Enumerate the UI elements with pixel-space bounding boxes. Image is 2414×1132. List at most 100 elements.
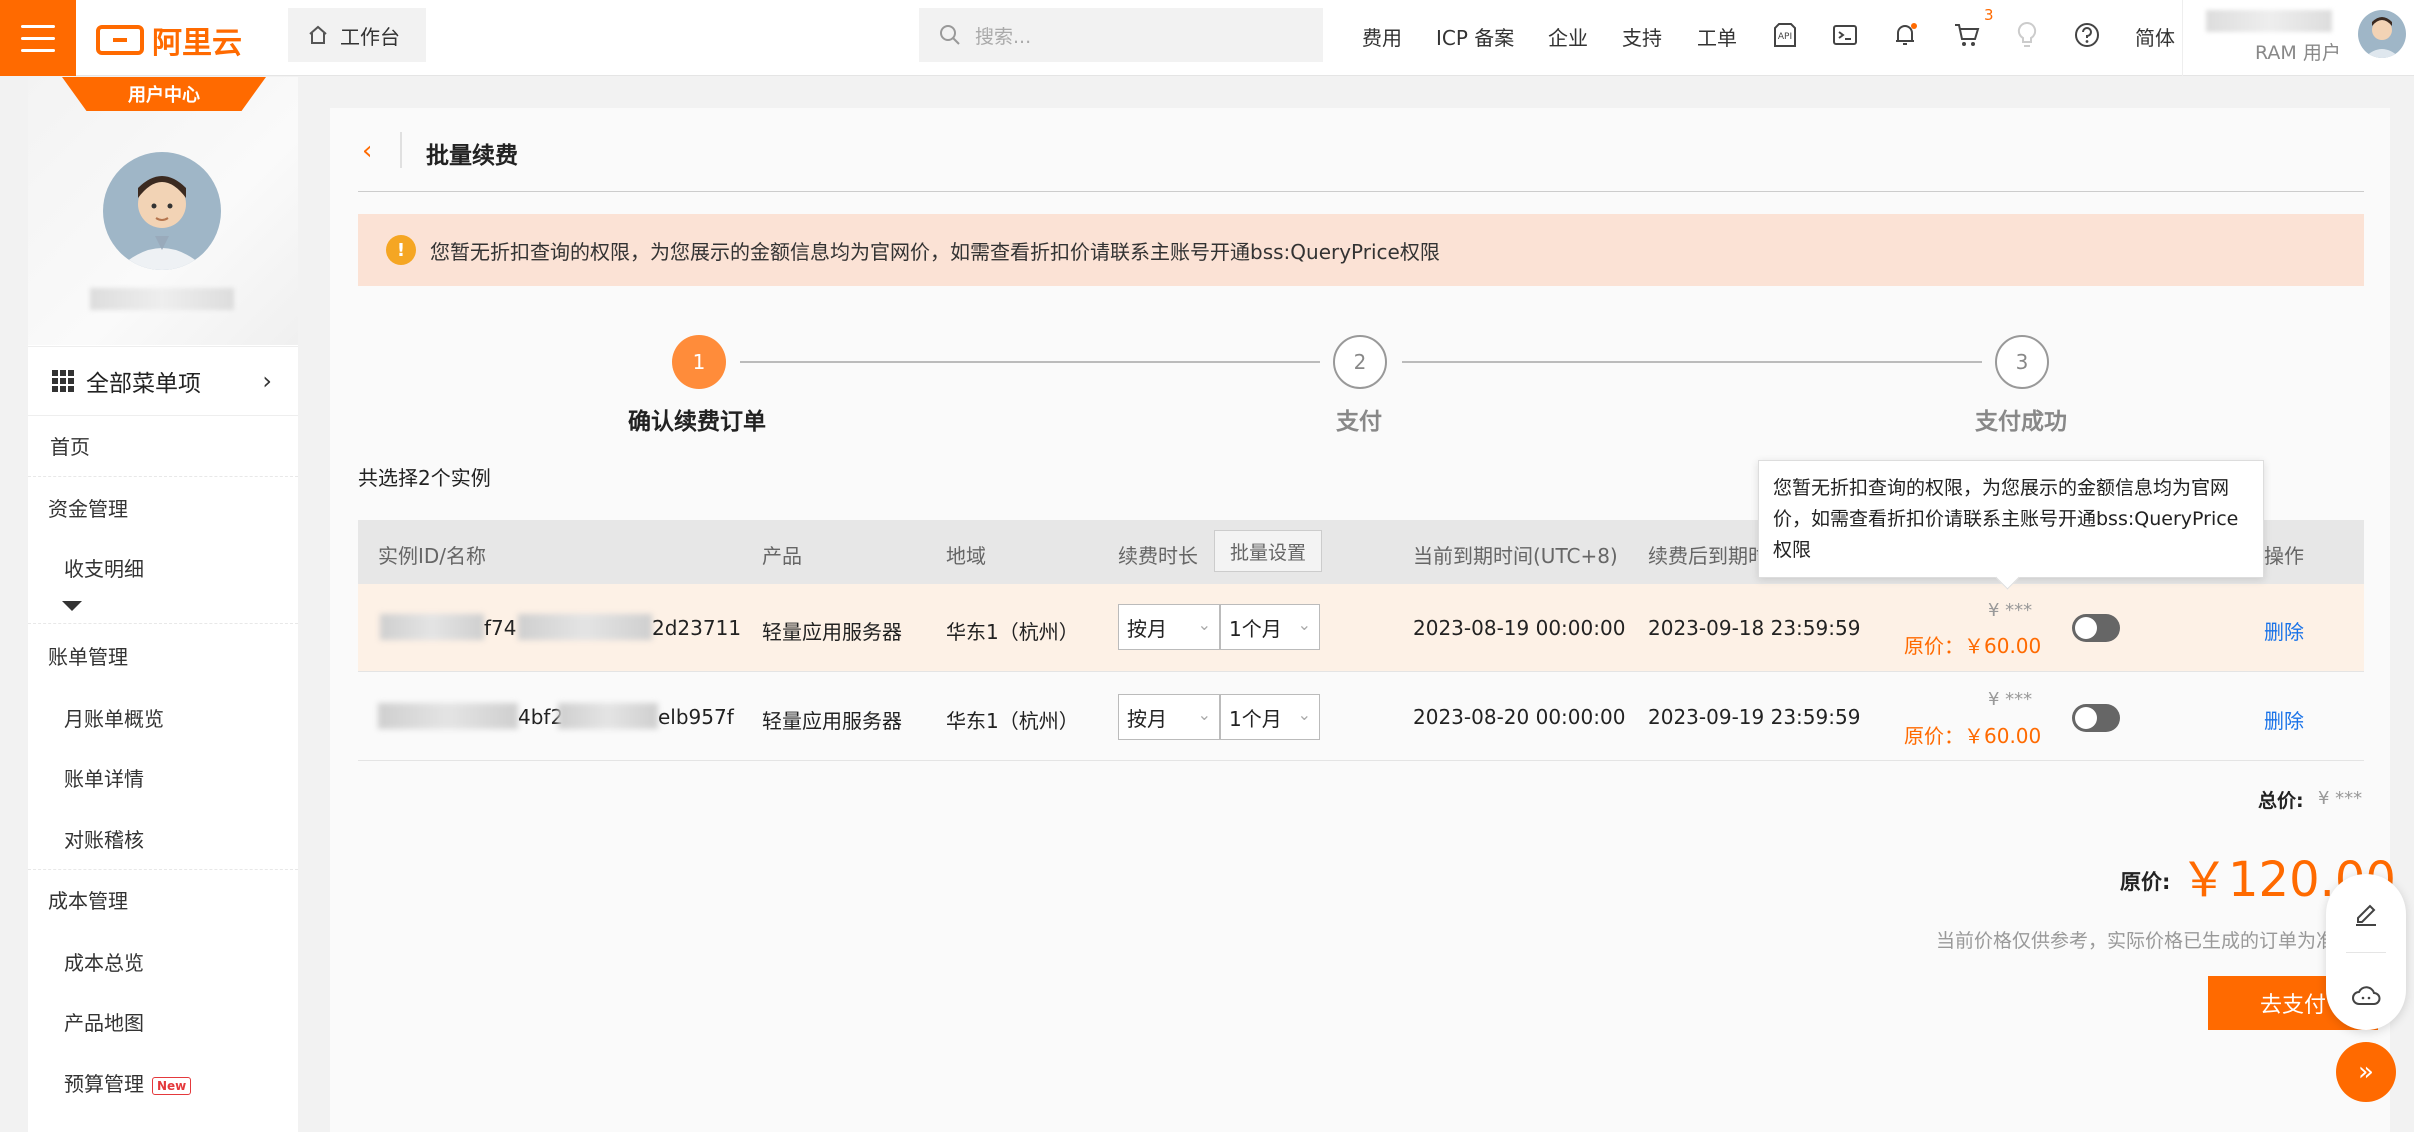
title-underline <box>358 191 2364 192</box>
sidebar-group-cost[interactable]: 成本管理 <box>48 885 128 914</box>
home-icon <box>309 25 327 44</box>
chevron-down-icon: ⌄ <box>1197 615 1211 634</box>
header-new-expiry: 续费后到期时 <box>1648 544 1768 568</box>
top-navigation-bar: 阿里云 工作台 搜索... 费用 ICP 备案 企业 支持 工单 API 3 简… <box>0 0 2414 76</box>
batch-settings-button[interactable]: 批量设置 <box>1214 530 1322 572</box>
step-connector <box>1402 361 1982 363</box>
duration-select[interactable]: 1个月 ⌄ <box>1220 694 1320 740</box>
nav-enterprise[interactable]: 企业 <box>1548 22 1588 51</box>
header-instance: 实例ID/名称 <box>378 544 487 568</box>
price-permission-tooltip: 您暂无折扣查询的权限，为您展示的金额信息均为官网价，如需查看折扣价请联系主账号开… <box>1758 460 2264 578</box>
total-price-masked: ¥ *** <box>2318 788 2363 809</box>
lightbulb-icon[interactable] <box>2012 20 2042 50</box>
billing-unit-select[interactable]: 按月 ⌄ <box>1118 604 1220 650</box>
billing-unit-value: 按月 <box>1127 706 1167 731</box>
search-input[interactable]: 搜索... <box>919 8 1323 62</box>
page-title: 批量续费 <box>426 143 518 169</box>
sidebar: 用户中心 全部菜单项 › 首页 资金管理 收支明细 账单管理 月账单概览 账单详… <box>28 77 298 1132</box>
hamburger-menu-icon[interactable] <box>0 0 76 76</box>
original-price: 原价：￥60.00 <box>1904 724 2042 748</box>
nav-support[interactable]: 支持 <box>1622 22 1662 51</box>
svg-text:API: API <box>1778 32 1792 42</box>
original-total-label: 原价: <box>2120 870 2171 894</box>
delete-link[interactable]: 删除 <box>2264 616 2304 645</box>
notification-bell-icon[interactable] <box>1890 20 1920 50</box>
total-price-label: 总价: <box>2258 790 2304 812</box>
header-current-expiry: 当前到期时间(UTC+8) <box>1413 544 1618 568</box>
sidebar-group-funds[interactable]: 资金管理 <box>48 493 128 522</box>
logo-text: 阿里云 <box>152 26 242 61</box>
search-icon <box>940 25 960 45</box>
all-menu-button[interactable]: 全部菜单项 › <box>28 346 298 416</box>
expand-double-chevron-icon[interactable]: » <box>2336 1042 2396 1102</box>
region-cell: 华东1（杭州） <box>946 709 1079 733</box>
auto-renew-toggle[interactable] <box>2072 704 2120 732</box>
sidebar-divider <box>28 623 298 624</box>
sidebar-divider <box>28 476 298 477</box>
sidebar-item-bill-details[interactable]: 账单详情 <box>64 763 144 792</box>
nav-fees[interactable]: 费用 <box>1362 22 1402 51</box>
current-expiry-cell: 2023-08-20 00:00:00 <box>1413 705 1626 729</box>
price-disclaimer: 当前价格仅供参考，实际价格已生成的订单为准 <box>1936 930 2336 952</box>
user-avatar[interactable] <box>2358 10 2406 58</box>
all-menu-label: 全部菜单项 <box>86 371 201 397</box>
account-type-label: RAM 用户 <box>2255 42 2341 64</box>
sidebar-item-transactions[interactable]: 收支明细 <box>64 553 144 582</box>
new-badge: New <box>152 1076 192 1095</box>
sidebar-item-budget[interactable]: 预算管理 New <box>64 1068 192 1097</box>
sidebar-item-monthly-bill[interactable]: 月账单概览 <box>64 703 164 732</box>
workbench-button[interactable]: 工作台 <box>288 8 426 62</box>
workbench-label: 工作台 <box>340 24 400 49</box>
edit-feedback-icon[interactable] <box>2350 896 2382 928</box>
aliyun-logo[interactable]: 阿里云 <box>96 18 242 62</box>
shopping-cart-icon[interactable] <box>1952 20 1982 50</box>
grid-menu-icon <box>52 370 74 392</box>
help-icon[interactable] <box>2072 20 2102 50</box>
step-2-circle: 2 <box>1333 335 1387 389</box>
duration-value: 1个月 <box>1229 706 1282 731</box>
profile-name-redacted <box>90 288 234 310</box>
chevron-right-icon: › <box>262 367 272 395</box>
nav-tickets[interactable]: 工单 <box>1697 22 1737 51</box>
nav-divider <box>2182 0 2183 76</box>
new-expiry-cell: 2023-09-19 23:59:59 <box>1648 705 1861 729</box>
collapse-triangle-icon[interactable] <box>62 601 82 611</box>
billing-unit-select[interactable]: 按月 ⌄ <box>1118 694 1220 740</box>
masked-price: ¥ *** <box>1988 600 2033 621</box>
auto-renew-toggle[interactable] <box>2072 614 2120 642</box>
cloud-assistant-icon[interactable] <box>2350 980 2382 1012</box>
nav-icp[interactable]: ICP 备案 <box>1436 22 1514 51</box>
cart-count-badge: 3 <box>1984 6 1994 24</box>
step-3-circle: 3 <box>1995 335 2049 389</box>
step-1-circle: 1 <box>672 335 726 389</box>
api-icon[interactable]: API <box>1770 20 1800 50</box>
original-price: 原价：￥60.00 <box>1904 634 2042 658</box>
duration-select[interactable]: 1个月 ⌄ <box>1220 604 1320 650</box>
sidebar-item-home[interactable]: 首页 <box>50 431 90 460</box>
instance-id-fragment: elb957f <box>658 705 734 729</box>
sidebar-group-billing[interactable]: 账单管理 <box>48 641 128 670</box>
step-connector <box>740 361 1320 363</box>
current-expiry-cell: 2023-08-19 00:00:00 <box>1413 616 1626 640</box>
aliyun-logo-mark-icon <box>96 25 144 55</box>
instance-id-redacted <box>378 703 518 729</box>
instance-id-redacted <box>518 614 652 640</box>
back-arrow-icon[interactable]: ‹ <box>362 136 372 166</box>
delete-link[interactable]: 删除 <box>2264 705 2304 734</box>
billing-unit-value: 按月 <box>1127 616 1167 641</box>
chevron-down-icon: ⌄ <box>1297 615 1311 634</box>
terminal-icon[interactable] <box>1830 20 1860 50</box>
instance-id-fragment: f74 <box>484 616 517 640</box>
instance-id-redacted <box>558 703 658 729</box>
header-duration: 续费时长 <box>1118 544 1198 568</box>
language-switch[interactable]: 简体 <box>2135 22 2175 51</box>
instance-id-fragment: 4bf2 <box>518 705 564 729</box>
sidebar-item-cost-overview[interactable]: 成本总览 <box>64 947 144 976</box>
sidebar-item-reconciliation[interactable]: 对账稽核 <box>64 824 144 853</box>
sidebar-item-product-map[interactable]: 产品地图 <box>64 1007 144 1036</box>
duration-value: 1个月 <box>1229 616 1282 641</box>
product-cell: 轻量应用服务器 <box>762 709 902 733</box>
floating-panel-divider <box>2346 952 2386 953</box>
masked-price: ¥ *** <box>1988 689 2033 710</box>
selected-count: 共选择2个实例 <box>358 466 491 490</box>
